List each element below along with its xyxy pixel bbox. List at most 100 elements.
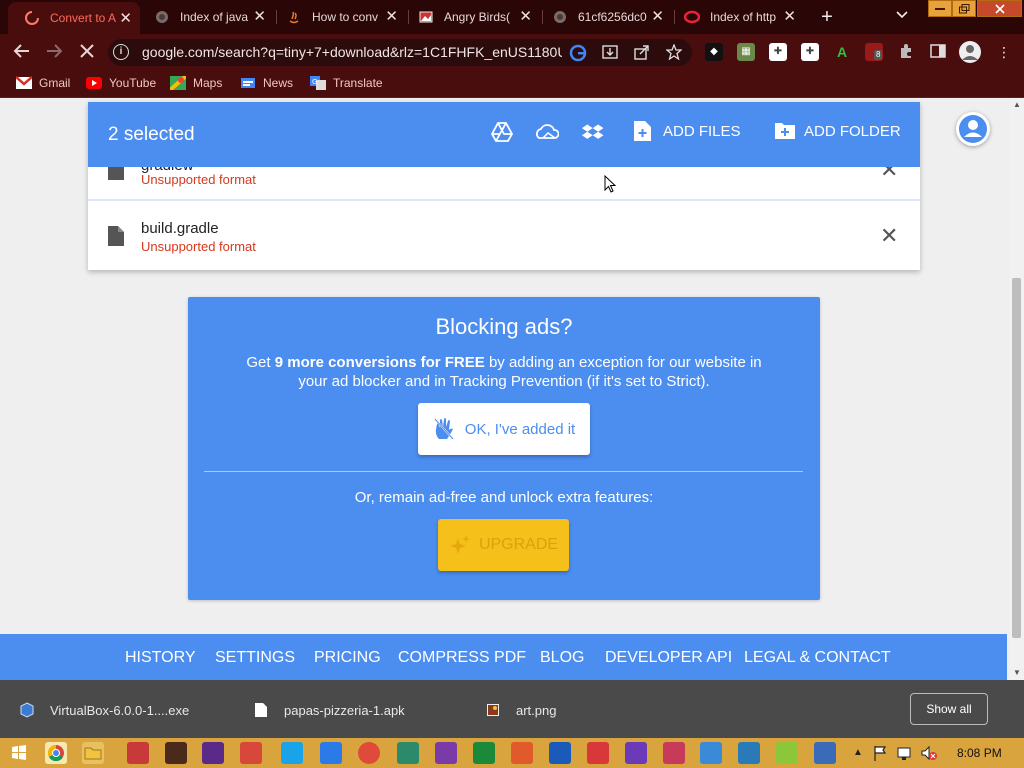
app-taskbar-icon[interactable] [202,742,224,764]
download-item[interactable]: VirtualBox-6.0.0-1....exe [20,702,189,718]
bookmark-news[interactable]: News [240,76,293,90]
google-lens-icon[interactable] [569,44,587,62]
remove-file-icon[interactable]: ✕ [880,225,898,247]
scrollbar-thumb[interactable] [1012,278,1021,638]
tab-title: Angry Birds( [444,10,511,24]
flag-tray-icon[interactable] [872,742,888,764]
app-taskbar-icon[interactable] [587,742,609,764]
close-tab-icon[interactable]: ✕ [385,9,398,24]
image-extension-icon[interactable]: ▦ [737,43,755,61]
tab-index-http[interactable]: Index of http ✕ [676,0,804,34]
app-taskbar-icon[interactable] [625,742,647,764]
app-taskbar-icon[interactable] [165,742,187,764]
onenote-taskbar-icon[interactable] [435,742,457,764]
install-app-icon[interactable] [601,44,619,62]
extensions-puzzle-icon[interactable] [897,43,915,61]
footer-link-legal-contact[interactable]: LEGAL & CONTACT [744,649,891,667]
ublock-extension-icon[interactable]: 8 [865,43,883,61]
tab-61cf6256[interactable]: 61cf6256dc0 ✕ [544,0,672,34]
windows-start-icon[interactable] [8,742,30,764]
new-tab-button[interactable]: + [817,6,837,29]
show-all-downloads-button[interactable]: Show all [910,693,988,725]
virtualbox-icon [20,702,34,718]
share-icon[interactable] [633,44,651,62]
globe-icon [552,9,568,25]
user-avatar-icon[interactable] [956,112,990,146]
footer-link-developer-api[interactable]: DEVELOPER API [605,649,732,667]
onedrive-icon[interactable] [535,120,560,144]
ok-added-button[interactable]: OK, I've added it [418,403,590,455]
side-panel-icon[interactable] [929,43,947,61]
file-error: Unsupported format [141,239,256,254]
gamepad2-extension-icon[interactable]: ✚ [801,43,819,61]
scroll-down-arrow[interactable]: ▼ [1011,668,1023,677]
site-info-icon[interactable]: i [113,44,129,60]
file-explorer-taskbar-icon[interactable] [82,742,104,764]
add-folder-button[interactable]: ADD FOLDER [774,120,901,142]
bookmark-youtube[interactable]: YouTube [86,76,156,90]
download-item[interactable]: papas-pizzeria-1.apk [254,702,405,718]
chrome-taskbar-icon[interactable] [45,742,67,764]
stop-loading-button[interactable] [77,42,97,64]
close-tab-icon[interactable]: ✕ [253,9,266,24]
app-taskbar-icon[interactable] [700,742,722,764]
taskbar-clock: 8:08 PM [957,746,1002,760]
dropbox-icon[interactable] [581,120,605,144]
menu-kebab-icon[interactable]: ⋮ [995,43,1013,61]
bookmark-translate[interactable]: G Translate [310,76,383,90]
minimize-button[interactable] [928,0,952,17]
footer-link-compress-pdf[interactable]: COMPRESS PDF [398,649,526,667]
upgrade-label: UPGRADE [478,536,559,553]
app-taskbar-icon[interactable] [127,742,149,764]
volume-muted-tray-icon[interactable] [920,742,938,764]
app-taskbar-icon[interactable] [473,742,495,764]
app-taskbar-icon[interactable] [549,742,571,764]
youtube-icon [86,76,102,90]
app-taskbar-icon[interactable] [358,742,380,764]
roblox-extension-icon[interactable]: ◆ [705,43,723,61]
tab-search-icon[interactable] [896,8,908,22]
tab-convert[interactable]: Convert to A ✕ [8,2,140,34]
close-tab-icon[interactable]: ✕ [119,11,132,26]
footer-link-blog[interactable]: BLOG [540,649,584,667]
app-taskbar-icon[interactable] [511,742,533,764]
footer-link-pricing[interactable]: PRICING [314,649,381,667]
scroll-up-arrow[interactable]: ▲ [1011,100,1023,109]
footer-link-settings[interactable]: SETTINGS [215,649,295,667]
close-tab-icon[interactable]: ✕ [651,9,664,24]
app-taskbar-icon[interactable] [397,742,419,764]
upgrade-button[interactable]: UPGRADE [438,519,569,571]
app-taskbar-icon[interactable] [663,742,685,764]
tab-angry-birds[interactable]: Angry Birds( ✕ [410,0,540,34]
ad-message: Get 9 more conversions for FREE by addin… [238,353,770,391]
virtualbox-taskbar-icon[interactable] [814,742,836,764]
close-tab-icon[interactable]: ✕ [519,9,532,24]
bookmark-star-icon[interactable] [665,43,683,62]
skype-taskbar-icon[interactable] [281,742,303,764]
download-item[interactable]: art.png [486,702,556,718]
back-button[interactable] [12,42,32,64]
forward-button[interactable] [44,42,64,64]
tray-overflow-icon[interactable]: ▲ [852,742,864,764]
footer-link-history[interactable]: HISTORY [125,649,196,667]
grammarly-extension-icon[interactable]: A [833,43,851,61]
image-file-icon [486,702,500,718]
add-files-button[interactable]: ADD FILES [633,120,741,142]
ublock-badge: 8 [874,50,883,60]
bookmark-gmail[interactable]: Gmail [15,76,70,90]
bookmark-maps[interactable]: Maps [168,74,222,92]
profile-avatar-icon[interactable] [959,41,981,63]
app-taskbar-icon[interactable] [738,742,760,764]
google-drive-icon[interactable] [490,120,514,144]
address-url[interactable]: google.com/search?q=tiny+7+download&rlz=… [142,44,562,60]
restore-button[interactable] [952,0,976,17]
app-taskbar-icon[interactable] [240,742,262,764]
app-taskbar-icon[interactable] [320,742,342,764]
network-tray-icon[interactable] [896,742,914,764]
app-taskbar-icon[interactable] [776,742,798,764]
tab-how-to-convert[interactable]: How to conv ✕ [278,0,406,34]
tab-index-java[interactable]: Index of java ✕ [146,0,274,34]
close-tab-icon[interactable]: ✕ [783,9,796,24]
gamepad-extension-icon[interactable]: ✚ [769,43,787,61]
close-window-button[interactable] [977,0,1022,17]
